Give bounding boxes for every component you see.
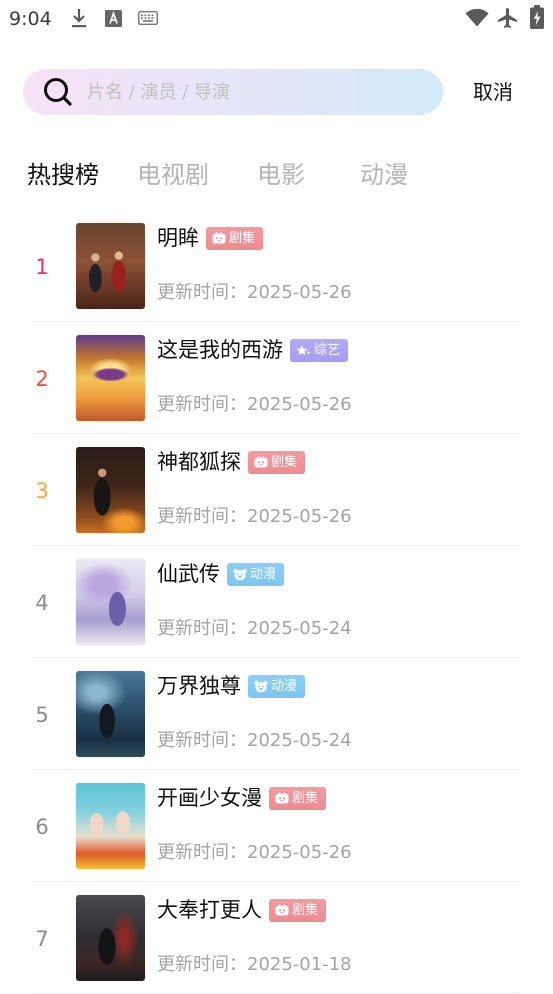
category-badge-label: 剧集 (271, 454, 298, 470)
status-time: 9:04 (9, 8, 52, 30)
category-badge-label: 动漫 (250, 566, 277, 582)
poster-image (76, 223, 145, 309)
category-badge-label: 动漫 (271, 678, 298, 694)
rank-number: 2 (35, 367, 49, 391)
category-badge: 剧集 (206, 226, 264, 250)
update-time: 更新时间：2025-05-26 (157, 506, 352, 527)
ranking-list-item[interactable]: 4 仙武传 动漫更新时间：2025-05-24 (0, 546, 553, 658)
ranking-list-item[interactable]: 2 这是我的西游 综艺更新时间：2025-05-26 (0, 322, 553, 434)
category-badge: 综艺 (290, 338, 349, 362)
ranking-list-item[interactable]: 6 开画少女漫 剧集更新时间：2025-05-26 (0, 770, 553, 882)
tab-tv-series[interactable]: 电视剧 (137, 158, 209, 192)
title-row: 仙武传 动漫 (157, 560, 285, 588)
rank-number: 1 (35, 255, 49, 279)
rank-number: 6 (35, 815, 49, 839)
update-time: 更新时间：2025-05-24 (157, 618, 352, 639)
show-title: 仙武传 (157, 562, 220, 586)
search-bar[interactable] (23, 69, 443, 115)
search-input[interactable] (87, 69, 417, 115)
rank-number: 4 (35, 591, 49, 615)
update-time: 更新时间：2025-05-26 (157, 282, 352, 303)
rank-number: 5 (35, 703, 49, 727)
update-time: 更新时间：2025-01-18 (157, 954, 352, 975)
cancel-button[interactable]: 取消 (473, 79, 513, 105)
poster-image (76, 783, 145, 869)
title-row: 万界独尊 动漫 (157, 672, 306, 700)
poster-image (76, 335, 145, 421)
update-time: 更新时间：2025-05-24 (157, 730, 352, 751)
show-title: 大奉打更人 (157, 898, 262, 922)
category-badge-label: 剧集 (292, 902, 319, 918)
tab-movie[interactable]: 电影 (257, 158, 305, 192)
download-icon (72, 9, 86, 28)
ranking-list-item[interactable]: 7 大奉打更人 剧集更新时间：2025-01-18 (0, 882, 553, 994)
title-row: 这是我的西游 综艺 (157, 336, 349, 364)
airplane-icon (498, 8, 517, 28)
hot-search-list: 1 明眸 剧集 更新时间：2025-05-26 2 这是我的西游 综艺 更新时间：2025-0… (0, 210, 553, 994)
update-time: 更新时间：2025-05-26 (157, 842, 352, 863)
show-title: 万界独尊 (157, 674, 241, 698)
tab-hot-search[interactable]: 热搜榜 (27, 158, 99, 192)
category-badge-label: 综艺 (314, 342, 341, 358)
a-letter-icon (105, 10, 122, 27)
status-bar: 9:04 (0, 0, 553, 38)
battery-charging-icon (530, 5, 544, 29)
poster-image (76, 895, 145, 981)
show-title: 明眸 (157, 226, 199, 250)
bear-icon (254, 680, 268, 693)
show-title: 这是我的西游 (157, 338, 283, 362)
show-title: 开画少女漫 (157, 786, 262, 810)
rank-number: 3 (35, 479, 49, 503)
ranking-list-item[interactable]: 1 明眸 剧集更新时间：2025-05-26 (0, 210, 553, 322)
category-badge-label: 剧集 (292, 790, 319, 806)
category-tabs: 热搜榜 电视剧 电影 动漫 (0, 158, 553, 194)
show-title: 神都狐探 (157, 450, 241, 474)
poster-image (76, 559, 145, 645)
bear-icon (233, 568, 247, 581)
search-icon (44, 78, 72, 106)
tv-icon (275, 904, 289, 916)
poster-image (76, 671, 145, 757)
category-badge: 剧集 (248, 450, 306, 474)
poster-image (76, 447, 145, 533)
ranking-list-item[interactable]: 5 万界独尊 动漫更新时间：2025-05-24 (0, 658, 553, 770)
tv-icon (254, 456, 268, 468)
star-icon (296, 344, 311, 357)
category-badge: 剧集 (269, 898, 327, 922)
keyboard-icon (138, 11, 158, 25)
tv-icon (275, 792, 289, 804)
tab-anime[interactable]: 动漫 (360, 158, 408, 192)
title-row: 明眸 剧集 (157, 224, 264, 252)
title-row: 开画少女漫 剧集 (157, 784, 327, 812)
category-badge: 动漫 (227, 562, 285, 586)
tv-icon (212, 232, 226, 244)
category-badge: 剧集 (269, 786, 327, 810)
ranking-list-item[interactable]: 3 神都狐探 剧集更新时间：2025-05-26 (0, 434, 553, 546)
wifi-icon (465, 8, 489, 27)
title-row: 大奉打更人 剧集 (157, 896, 327, 924)
category-badge: 动漫 (248, 674, 306, 698)
update-time: 更新时间：2025-05-26 (157, 394, 352, 415)
rank-number: 7 (35, 927, 49, 951)
category-badge-label: 剧集 (229, 230, 256, 246)
title-row: 神都狐探 剧集 (157, 448, 306, 476)
